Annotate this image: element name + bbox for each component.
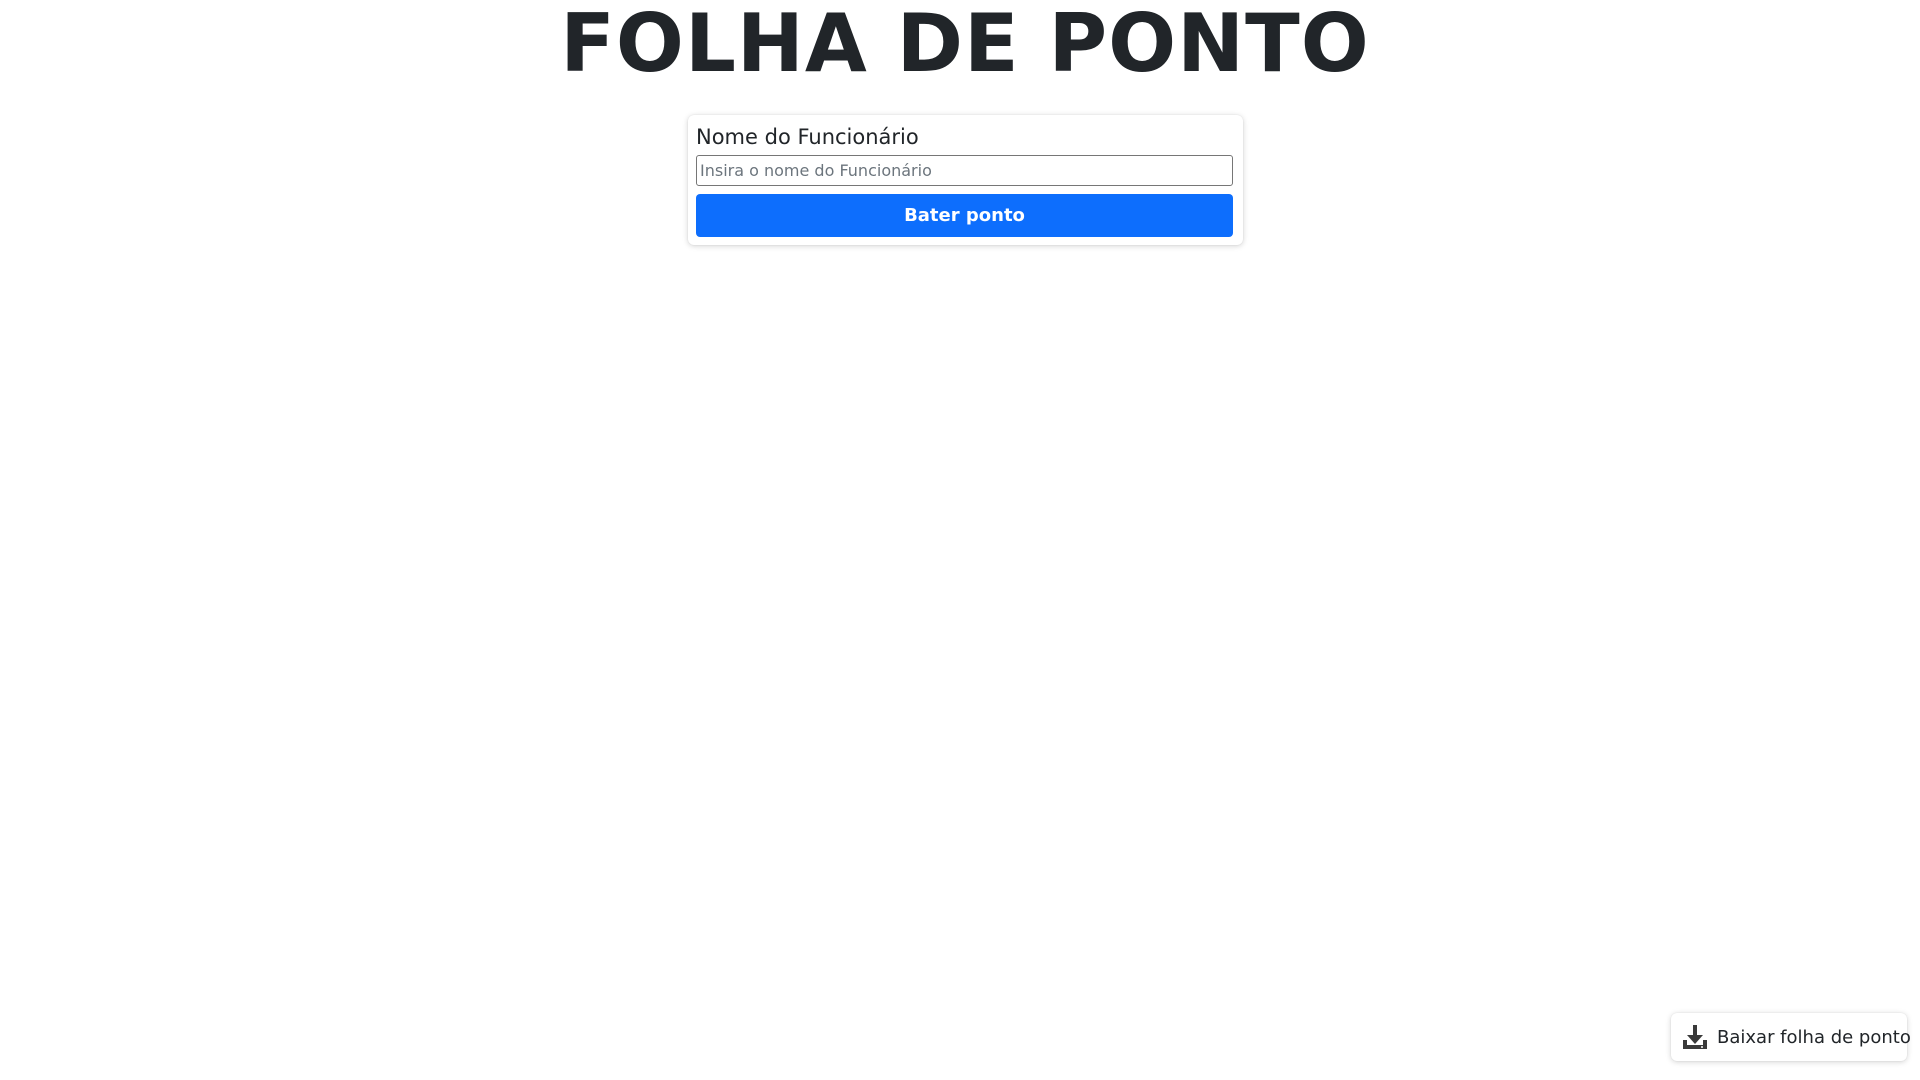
download-timesheet-label: Baixar folha de ponto [1717,1026,1911,1048]
employee-name-label: Nome do Funcionário [696,125,919,149]
employee-name-input[interactable] [696,155,1233,186]
page: FOLHA DE PONTO Nome do Funcionário Bater… [0,0,1920,1080]
page-title: FOLHA DE PONTO [560,0,1370,90]
timesheet-form-card: Nome do Funcionário Bater ponto [688,115,1243,245]
download-icon [1681,1023,1709,1051]
download-timesheet-button[interactable]: Baixar folha de ponto [1671,1013,1911,1061]
clock-in-button[interactable]: Bater ponto [696,194,1233,237]
